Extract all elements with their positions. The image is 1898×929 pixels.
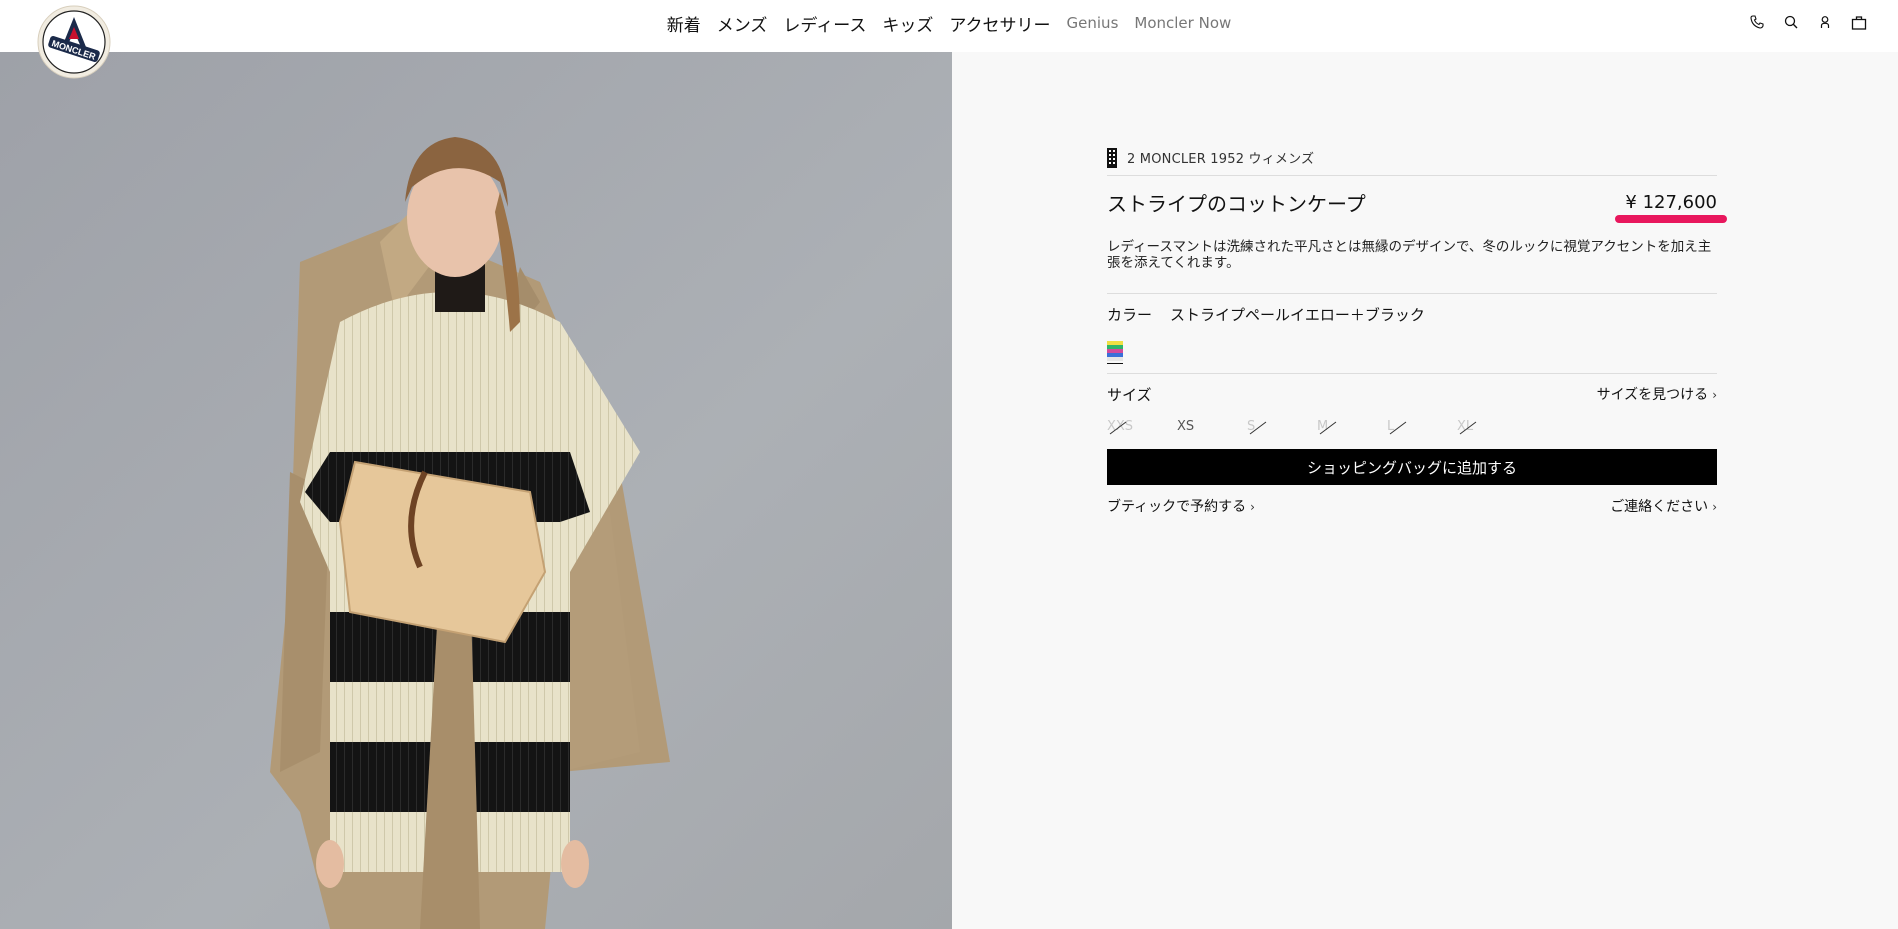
secondary-links: ブティックで予約する › ご連絡ください › (1107, 496, 1717, 516)
size-option-xl[interactable]: XL (1457, 419, 1527, 437)
main-nav: 新着 メンズ レディース キッズ アクセサリー Genius Moncler N… (0, 0, 1898, 46)
nav-item-genius[interactable]: Genius (1059, 14, 1127, 32)
price-highlight (1615, 215, 1728, 223)
nav-item-moncler-now[interactable]: Moncler Now (1126, 14, 1239, 32)
product-description: レディースマントは洗練された平凡さとは無縁のデザインで、冬のルックに視覚アクセン… (1107, 239, 1717, 294)
collection-icon (1107, 147, 1117, 168)
size-option-m[interactable]: M (1317, 419, 1387, 437)
phone-icon[interactable] (1748, 13, 1766, 31)
size-option-xxs[interactable]: XXS (1107, 419, 1177, 437)
product-info-panel: 2 MONCLER 1952 ウィメンズ ストライプのコットンケープ ¥ 127… (1107, 140, 1728, 516)
account-icon[interactable] (1816, 13, 1834, 31)
size-finder-link[interactable]: サイズを見つける › (1597, 384, 1717, 405)
nav-item-kids[interactable]: キッズ (874, 11, 941, 36)
size-option-l[interactable]: L (1387, 419, 1457, 437)
size-label: サイズ (1107, 386, 1152, 404)
product-price: ¥ 127,600 (1615, 192, 1728, 223)
color-swatch[interactable] (1107, 341, 1123, 364)
bag-icon[interactable] (1850, 13, 1868, 31)
size-option-label: XS (1177, 419, 1195, 434)
reserve-in-boutique-link[interactable]: ブティックで予約する › (1107, 496, 1255, 516)
chevron-right-icon: › (1250, 500, 1255, 514)
size-options: XXS XS S M L XL (1107, 419, 1717, 437)
size-header: サイズ サイズを見つける › (1107, 384, 1717, 405)
chevron-right-icon: › (1712, 500, 1717, 514)
title-row: ストライプのコットンケープ ¥ 127,600 (1107, 188, 1728, 223)
search-icon[interactable] (1782, 13, 1800, 31)
size-option-xs[interactable]: XS (1177, 419, 1247, 437)
color-value: ストライプペールイエロー＋ブラック (1170, 306, 1425, 324)
nav-item-ladies[interactable]: レディース (775, 11, 874, 36)
chevron-right-icon: › (1712, 388, 1717, 402)
moncler-logo[interactable]: MONCLER (34, 5, 114, 79)
brand-row: 2 MONCLER 1952 ウィメンズ (1107, 140, 1717, 176)
site-header: MONCLER 新着 メンズ レディース キッズ アクセサリー Genius M… (0, 0, 1898, 79)
price-value: ¥ 127,600 (1625, 192, 1717, 213)
contact-us-link[interactable]: ご連絡ください › (1610, 496, 1717, 516)
product-title: ストライプのコットンケープ (1107, 192, 1366, 216)
product-image[interactable] (0, 52, 952, 929)
reserve-label: ブティックで予約する (1107, 499, 1247, 515)
utility-icons (1748, 13, 1868, 31)
color-label: カラー (1107, 306, 1153, 324)
size-block: サイズ サイズを見つける› XXS XS S M L (1107, 373, 1717, 437)
nav-item-accessories[interactable]: アクセサリー (941, 11, 1058, 36)
color-row: カラー ストライプペールイエロー＋ブラック (1107, 304, 1717, 325)
add-to-bag-button[interactable]: ショッピングバッグに追加する (1107, 449, 1717, 485)
nav-item-mens[interactable]: メンズ (709, 11, 776, 36)
contact-label: ご連絡ください (1610, 499, 1709, 515)
product-brand: 2 MONCLER 1952 ウィメンズ (1127, 152, 1315, 167)
size-option-s[interactable]: S (1247, 419, 1317, 437)
nav-item-new[interactable]: 新着 (659, 11, 709, 36)
size-finder-label: サイズを見つける (1596, 387, 1709, 403)
